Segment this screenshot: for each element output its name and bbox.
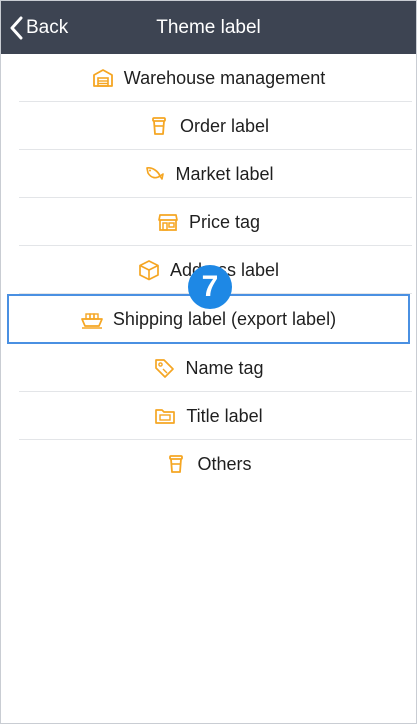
list-item-label: Name tag: [185, 357, 264, 378]
list-item-label: Others: [197, 453, 252, 474]
list-item-warehouse-management[interactable]: Warehouse management: [1, 54, 416, 102]
list-item-label: Shipping label (export label): [112, 308, 337, 329]
folder-icon: [154, 405, 176, 427]
list-item-name-tag[interactable]: Name tag: [1, 344, 416, 392]
fish-icon: [143, 163, 165, 185]
page-title: Theme label: [156, 17, 261, 38]
navigation-bar: Back Theme label: [1, 1, 416, 54]
phone-screen: Back Theme label Warehouse management Or…: [0, 0, 417, 724]
step-number-badge: 7: [188, 265, 232, 309]
list-item-label: Order label: [179, 115, 270, 136]
list-item-label: Warehouse management: [123, 67, 326, 88]
warehouse-icon: [92, 67, 114, 89]
list-item-label: Market label: [175, 163, 274, 184]
cargo-ship-icon: [81, 308, 103, 330]
list-item-title-label[interactable]: Title label: [1, 392, 416, 440]
list-item-label: Price tag: [188, 211, 261, 232]
cup-icon: [148, 115, 170, 137]
list-item-price-tag[interactable]: Price tag: [1, 198, 416, 246]
cup-icon: [165, 453, 187, 475]
box-icon: [138, 259, 160, 281]
store-icon: [157, 211, 179, 233]
list-item-label: Title label: [186, 405, 263, 426]
list-item-order-label[interactable]: Order label: [1, 102, 416, 150]
list-item-others[interactable]: Others: [1, 440, 416, 488]
list-item-market-label[interactable]: Market label: [1, 150, 416, 198]
tag-icon: [153, 357, 175, 379]
